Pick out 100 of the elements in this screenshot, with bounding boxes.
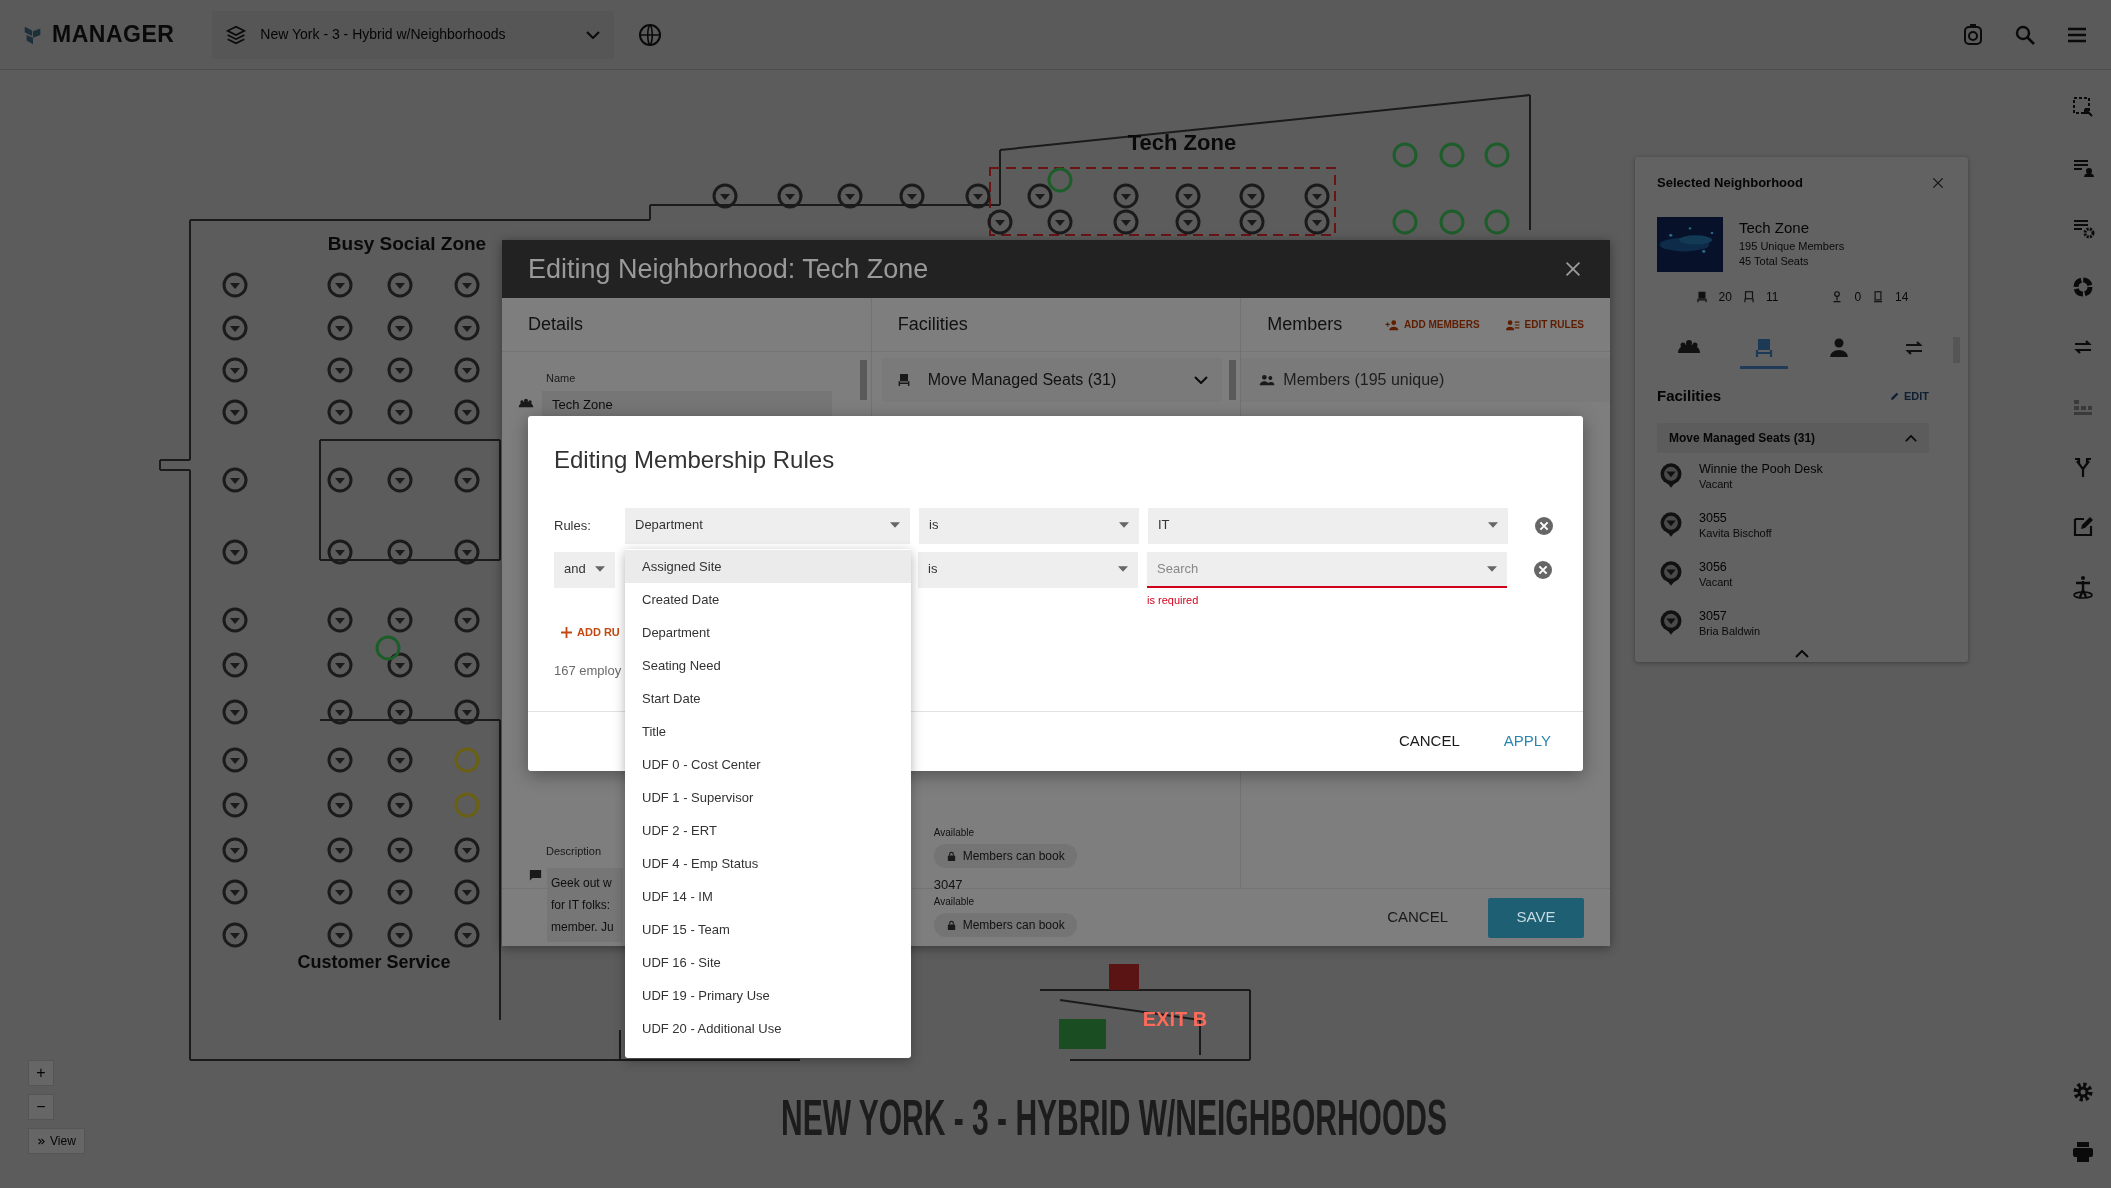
scrollbar[interactable] <box>1229 360 1237 400</box>
globe-icon[interactable] <box>638 22 663 47</box>
menu-item[interactable]: Department <box>625 616 911 649</box>
seat-icon <box>1113 183 1139 209</box>
seat-ring-icon <box>1484 142 1510 168</box>
settings-icon[interactable] <box>2071 1080 2095 1104</box>
seat-icon <box>454 652 480 678</box>
seat-icon <box>222 399 248 425</box>
menu-item[interactable]: UDF 20 - Additional Use <box>625 1012 911 1045</box>
seat-icon <box>1175 209 1201 235</box>
lock-icon <box>945 850 957 862</box>
seat-icon <box>222 467 248 493</box>
zone-label: Busy Social Zone <box>327 233 487 254</box>
seat-icon <box>712 183 738 209</box>
seat-icon <box>327 747 353 773</box>
section-title: Facilities <box>1657 385 1722 406</box>
seat-icon <box>1239 209 1265 235</box>
menu-item[interactable]: UDF 16 - Site <box>625 946 911 979</box>
seat-icon <box>327 357 353 383</box>
seat-status: Available <box>933 895 975 909</box>
menu-item[interactable]: UDF 0 - Cost Center <box>625 748 911 781</box>
cancel-button[interactable]: CANCEL <box>1377 900 1458 935</box>
save-button[interactable]: SAVE <box>1488 897 1584 938</box>
seat-icon <box>327 837 353 863</box>
menu-item[interactable]: UDF 15 - Team <box>625 913 911 946</box>
seat-icon <box>1113 209 1139 235</box>
menu-item[interactable]: Seating Need <box>625 649 911 682</box>
seat-icon <box>222 272 248 298</box>
menu-item[interactable]: UDF 2 - ERT <box>625 814 911 847</box>
column-title: Facilities <box>871 298 1241 352</box>
select-field[interactable]: is <box>918 552 1138 588</box>
seat-icon <box>1304 183 1330 209</box>
edit-icon[interactable] <box>2071 515 2095 539</box>
menu-item[interactable]: Created Date <box>625 583 911 616</box>
seat-icon <box>387 837 413 863</box>
seat-icon <box>327 315 353 341</box>
members-summary: Members (195 unique) <box>1283 370 1445 390</box>
panel-title: Selected Neighborhood <box>1657 174 1803 192</box>
add-rule-button[interactable]: ADD RU <box>561 624 620 641</box>
seat-ring-icon <box>1439 142 1465 168</box>
cancel-button[interactable]: CANCEL <box>1388 724 1470 759</box>
group-header[interactable]: Move Managed Seats (31) <box>881 358 1222 402</box>
desk-outline-icon <box>1741 289 1756 304</box>
menu-item[interactable]: Assigned Site <box>625 550 911 583</box>
menu-item[interactable]: Start Date <box>625 682 911 715</box>
stat-count: 0 <box>1854 288 1862 306</box>
stat-count: 11 <box>1765 288 1779 306</box>
name-field[interactable]: Tech Zone <box>542 390 832 418</box>
lock-icon <box>945 919 957 931</box>
seat-icon <box>327 272 353 298</box>
menu-item[interactable]: UDF 14 - IM <box>625 880 911 913</box>
print-icon[interactable] <box>2071 1140 2095 1164</box>
clear-icon[interactable] <box>1535 517 1553 535</box>
menu-item[interactable]: UDF 1 - Supervisor <box>625 781 911 814</box>
menu-item[interactable]: Title <box>625 715 911 748</box>
seat-icon <box>387 879 413 905</box>
seat-icon <box>899 183 925 209</box>
select-field[interactable]: and <box>554 552 615 588</box>
select-area-icon[interactable] <box>2071 95 2095 119</box>
seat-icon <box>987 209 1013 235</box>
seat-icon <box>1027 183 1053 209</box>
caret-icon <box>1487 566 1497 572</box>
seat-icon <box>222 607 248 633</box>
seat-icon <box>387 922 413 948</box>
seat-ring-icon <box>1047 167 1073 193</box>
donut-icon[interactable] <box>2071 275 2095 299</box>
zoom-out-button[interactable]: − <box>28 1094 54 1120</box>
select-field[interactable]: IT <box>1148 508 1508 544</box>
seat-icon <box>327 879 353 905</box>
seat-icon <box>454 699 480 725</box>
zone-label: Tech Zone <box>1127 130 1237 155</box>
seat-icon <box>454 837 480 863</box>
seat-icon <box>454 879 480 905</box>
description-field[interactable]: Geek out w for IT folks: member. Ju <box>547 867 623 942</box>
select-field[interactable]: is <box>919 508 1139 544</box>
seat-icon <box>1175 183 1201 209</box>
seat-icon <box>387 357 413 383</box>
chevron-up-icon <box>1794 650 1809 658</box>
plus-icon <box>561 626 572 638</box>
scrollbar[interactable] <box>859 360 867 400</box>
seat-icon <box>327 699 353 725</box>
camera-icon[interactable] <box>1961 22 1985 47</box>
seat-icon <box>387 792 413 818</box>
seat-icon <box>327 652 353 678</box>
menu-item[interactable]: UDF 4 - Emp Status <box>625 847 911 880</box>
seat-icon <box>327 539 353 565</box>
menu-item[interactable]: UDF 19 - Primary Use <box>625 979 911 1012</box>
pencil-icon <box>1889 390 1900 401</box>
seat-icon <box>454 272 480 298</box>
apply-button[interactable]: APPLY <box>1493 724 1561 759</box>
select-field[interactable]: Department <box>625 508 910 544</box>
clear-icon[interactable] <box>1534 561 1552 579</box>
seat-icon <box>454 399 480 425</box>
caret-icon <box>1488 522 1498 528</box>
seat-icon <box>387 699 413 725</box>
seat-icon <box>387 539 413 565</box>
neighborhood-name: Tech Zone <box>1739 217 1811 238</box>
zoom-in-button[interactable]: + <box>28 1060 54 1086</box>
view-button[interactable]: View <box>28 1128 85 1154</box>
person-icon[interactable] <box>2071 575 2095 599</box>
